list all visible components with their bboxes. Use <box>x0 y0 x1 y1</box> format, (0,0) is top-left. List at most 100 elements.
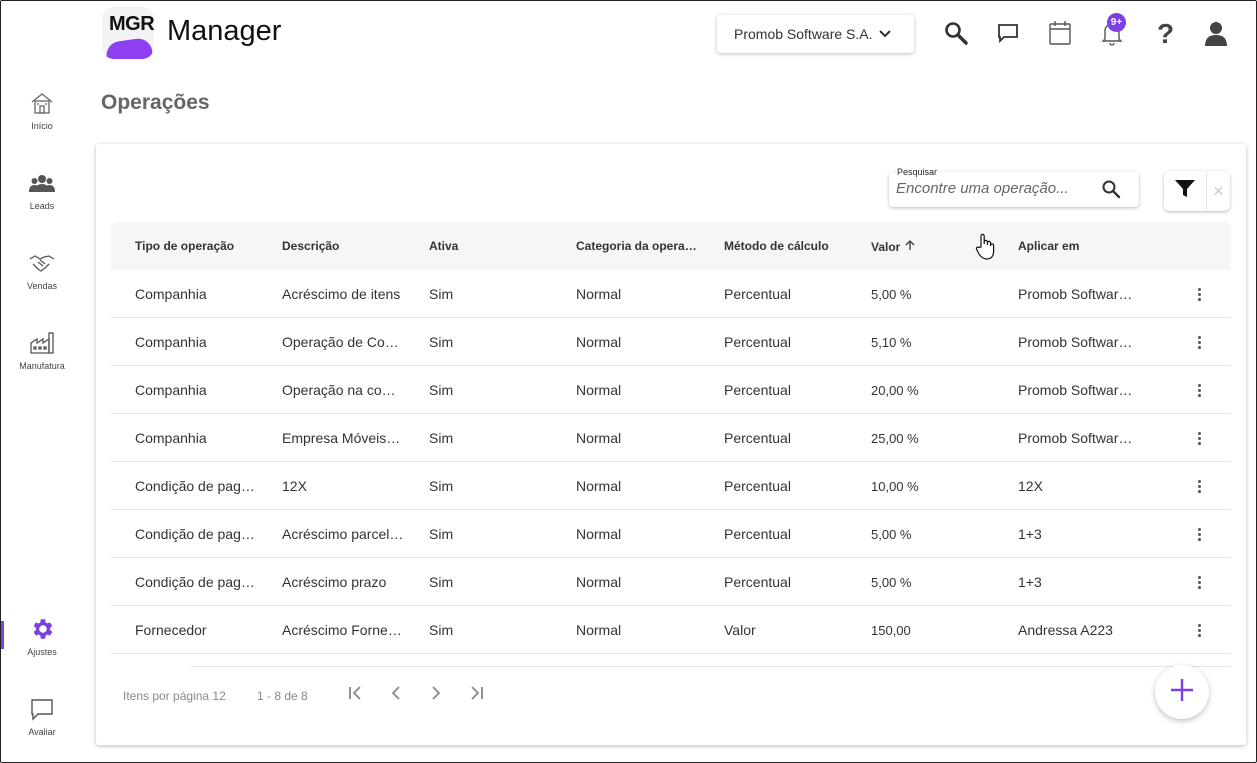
cell-aplicar: 1+3 <box>1018 526 1042 542</box>
row-menu-kebab-icon[interactable] <box>1191 380 1207 400</box>
cell-categoria: Normal <box>576 574 622 590</box>
first-page-button[interactable] <box>343 682 369 708</box>
cell-descricao: Acréscimo Fornecedor <box>282 622 404 638</box>
row-menu-kebab-icon[interactable] <box>1191 428 1207 448</box>
cell-categoria: Normal <box>576 382 622 398</box>
chevron-left-icon <box>389 685 403 706</box>
logo-text: MGR <box>109 13 154 35</box>
sidebar-item-manufatura[interactable]: Manufatura <box>1 329 83 389</box>
cell-metodo: Percentual <box>724 286 791 302</box>
next-page-button[interactable] <box>423 682 449 708</box>
table-row[interactable]: Companhia Acréscimo de itens Sim Normal Perc… <box>111 270 1231 318</box>
table-row[interactable]: Companhia Empresa Móveis 01 Sim Normal Perce… <box>111 414 1231 462</box>
cell-valor: 10,00 % <box>871 479 919 494</box>
filter-controls: ✕ <box>1164 171 1230 211</box>
cell-metodo: Percentual <box>724 382 791 398</box>
cell-tipo: Companhia <box>135 430 207 446</box>
table-row[interactable]: Condição de pagamento 12X Sim Normal Percent… <box>111 462 1231 510</box>
cell-metodo: Percentual <box>724 478 791 494</box>
filter-button[interactable] <box>1164 171 1206 211</box>
cell-ativa: Sim <box>429 382 454 398</box>
column-header-valor[interactable]: Valor <box>871 239 951 254</box>
search-icon[interactable] <box>942 19 970 47</box>
column-header-categoria[interactable]: Categoria da operação <box>576 239 700 253</box>
cell-categoria: Normal <box>576 430 622 446</box>
table-row[interactable]: Condição de pagamento Acréscimo prazo Sim N… <box>111 558 1231 606</box>
search-field[interactable]: Pesquisar <box>889 167 1139 207</box>
column-header-aplicar[interactable]: Aplicar em <box>1018 239 1153 253</box>
sidebar-item-avaliar[interactable]: Avaliar <box>1 695 83 755</box>
user-avatar-icon[interactable] <box>1202 19 1230 47</box>
sidebar-item-inicio[interactable]: Início <box>1 89 83 149</box>
sidebar-item-leads[interactable]: Leads <box>1 169 83 229</box>
cell-aplicar: Promob Software S.A. <box>1018 286 1140 302</box>
cell-descricao: Acréscimo parcelado <box>282 526 404 542</box>
cell-descricao: Operação na companhia <box>282 382 404 398</box>
plus-icon <box>1169 677 1195 708</box>
row-menu-kebab-icon[interactable] <box>1191 284 1207 304</box>
house-icon <box>28 89 56 117</box>
table-row[interactable]: Fornecedor Acréscimo Fornecedor Sim Normal V… <box>111 606 1231 654</box>
cell-tipo: Fornecedor <box>135 622 207 638</box>
cell-valor: 20,00 % <box>871 383 919 398</box>
table-header: Tipo de operação Descrição Ativa Categor… <box>111 222 1231 270</box>
page-title: Operações <box>101 91 210 114</box>
chat-bubble-icon <box>28 695 56 723</box>
search-icon[interactable] <box>1101 179 1121 199</box>
cell-tipo: Companhia <box>135 286 207 302</box>
sidebar-item-label: Leads <box>29 201 55 211</box>
cell-aplicar: Promob Software S.A. <box>1018 382 1140 398</box>
previous-page-button[interactable] <box>383 682 409 708</box>
chevron-right-icon <box>429 685 443 706</box>
column-header-descricao[interactable]: Descrição <box>282 239 417 253</box>
cell-descricao: Operação de Companhia <box>282 334 404 350</box>
row-menu-kebab-icon[interactable] <box>1191 524 1207 544</box>
table-row[interactable]: Companhia Operação na companhia Sim Normal P… <box>111 366 1231 414</box>
cell-aplicar: Promob Software S.A. <box>1018 430 1140 446</box>
calendar-icon[interactable] <box>1046 19 1074 47</box>
cell-ativa: Sim <box>429 574 454 590</box>
last-page-button[interactable] <box>463 682 489 708</box>
table-footer-divider <box>191 666 1231 667</box>
app-logo: MGR <box>102 7 154 59</box>
add-operation-button[interactable] <box>1155 665 1209 719</box>
help-icon[interactable]: ? <box>1150 19 1178 47</box>
row-menu-kebab-icon[interactable] <box>1191 572 1207 592</box>
app-title: Manager <box>167 15 282 47</box>
row-menu-kebab-icon[interactable] <box>1191 620 1207 640</box>
search-label: Pesquisar <box>896 167 939 177</box>
page-range: 1 - 8 de 8 <box>257 689 308 703</box>
svg-text:?: ? <box>1157 19 1174 47</box>
chat-icon[interactable] <box>994 19 1022 47</box>
cell-aplicar: Promob Software S.A. <box>1018 334 1140 350</box>
company-selector[interactable]: Promob Software S.A. <box>717 15 914 53</box>
cell-valor: 150,00 <box>871 623 911 638</box>
table-row[interactable]: Companhia Operação de Companhia Sim Normal P… <box>111 318 1231 366</box>
table-row[interactable]: Condição de pagamento Acréscimo parcelado… <box>111 510 1231 558</box>
cell-categoria: Normal <box>576 334 622 350</box>
sidebar-item-ajustes[interactable]: Ajustes <box>1 615 83 675</box>
cell-ativa: Sim <box>429 430 454 446</box>
cell-descricao: 12X <box>282 478 307 494</box>
row-menu-kebab-icon[interactable] <box>1191 476 1207 496</box>
sidebar-item-vendas[interactable]: Vendas <box>1 249 83 309</box>
cell-aplicar: 1+3 <box>1018 574 1042 590</box>
sort-arrow-up-icon <box>904 240 916 254</box>
sidebar-item-label: Manufatura <box>19 361 65 371</box>
items-per-page[interactable]: Itens por página 12 <box>123 689 226 703</box>
column-header-ativa[interactable]: Ativa <box>429 239 564 253</box>
cell-aplicar: Andressa A223 <box>1018 622 1113 638</box>
clear-filter-button[interactable]: ✕ <box>1206 171 1230 211</box>
cell-descricao: Acréscimo prazo <box>282 574 387 590</box>
cell-ativa: Sim <box>429 526 454 542</box>
operations-card: Pesquisar ✕ Tipo de operação Descrição A… <box>96 144 1246 745</box>
cell-ativa: Sim <box>429 478 454 494</box>
search-input[interactable] <box>896 180 1091 197</box>
column-header-tipo[interactable]: Tipo de operação <box>135 239 270 253</box>
cell-categoria: Normal <box>576 478 622 494</box>
sidebar-item-label: Ajustes <box>27 647 57 657</box>
row-menu-kebab-icon[interactable] <box>1191 332 1207 352</box>
cell-valor: 25,00 % <box>871 431 919 446</box>
column-header-valor-label: Valor <box>871 240 901 254</box>
column-header-metodo[interactable]: Método de cálculo <box>724 239 859 253</box>
